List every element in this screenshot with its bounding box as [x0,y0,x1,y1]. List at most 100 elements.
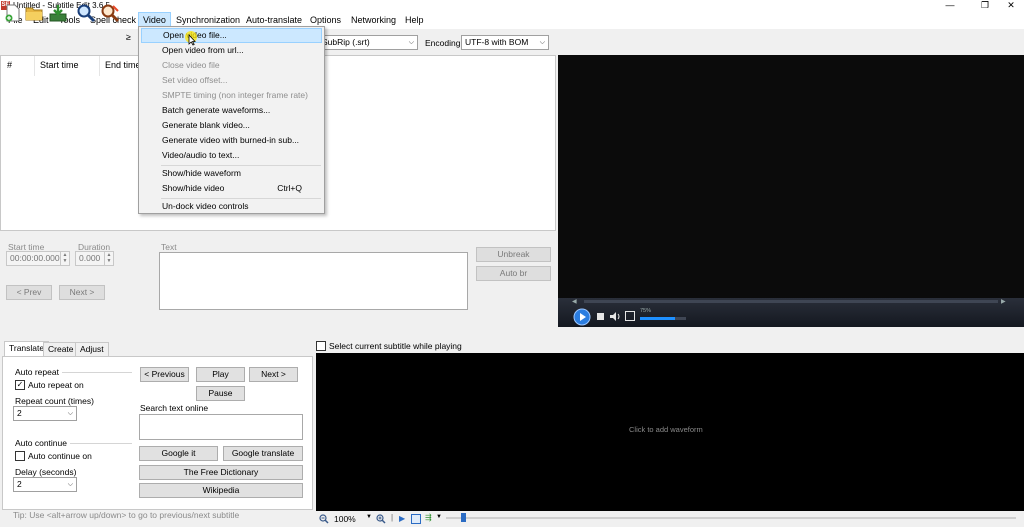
video-menu-dropdown: Open video file... Open video from url..… [138,26,325,214]
delay-select[interactable]: 2 ⌵ [13,477,77,492]
chevron-down-icon: ⌵ [539,39,545,46]
minimize-icon[interactable]: — [937,0,963,11]
play-button[interactable]: Play [196,367,245,382]
group-divider [62,372,132,373]
text-label: Text [161,242,177,252]
seek-bar[interactable] [584,300,998,303]
menu-item-smpte-timing: SMPTE timing (non integer frame rate) [162,90,308,100]
next-subtitle-button[interactable]: Next > [249,367,298,382]
column-end-time[interactable]: End time [105,60,141,70]
google-translate-button[interactable]: Google translate [223,446,303,461]
find-icon[interactable] [76,3,96,23]
repeat-count-select[interactable]: 2 ⌵ [13,406,77,421]
auto-br-button[interactable]: Auto br [476,266,551,281]
play-icon[interactable] [573,308,591,326]
zoom-in-icon[interactable] [376,514,386,524]
column-divider [99,56,100,76]
zoom-out-icon[interactable] [319,514,329,524]
search-text-input[interactable] [139,414,303,440]
play-waveform-icon[interactable]: ▶ [399,514,405,523]
player-controls: ◀ ▶ 75% [558,298,1024,327]
stop-icon[interactable] [597,313,604,320]
chevron-down-icon: ⌵ [67,481,73,488]
select-while-playing-checkbox[interactable] [316,341,326,351]
spectrogram-icon[interactable] [411,514,421,524]
prev-button[interactable]: < Prev [6,285,52,300]
column-number[interactable]: # [7,60,12,70]
spinner-arrows-icon[interactable]: ▲ ▼ [104,252,113,265]
menu-networking[interactable]: Networking [347,12,400,29]
chevron-down-icon: ⌵ [67,410,73,417]
menu-item-close-video: Close video file [162,60,220,70]
video-player[interactable] [558,55,1024,327]
shortcut-text: Ctrl+Q [277,183,302,193]
new-file-icon[interactable] [3,3,23,23]
repeat-count-label: Repeat count (times) [15,396,94,406]
restore-icon[interactable]: ❐ [972,0,998,11]
spinner-arrows-icon[interactable]: ▲ ▼ [60,252,69,265]
volume-slider[interactable] [640,317,686,320]
next-button[interactable]: Next > [59,285,105,300]
auto-continue-on-label: Auto continue on [28,451,92,461]
waveform-position-track[interactable] [446,517,1016,519]
duration-input[interactable]: 0.000 ▲ ▼ [75,251,114,266]
pause-button[interactable]: Pause [196,386,245,401]
select-while-playing-label: Select current subtitle while playing [329,341,462,351]
menu-item-show-hide-waveform[interactable]: Show/hide waveform [141,166,322,181]
volume-icon[interactable] [609,311,621,322]
menu-item-open-video-url[interactable]: Open video from url... [141,43,322,58]
arrows-icon[interactable]: ⇶ [425,513,432,522]
menu-item-video-audio-to-text[interactable]: Video/audio to text... [141,148,322,163]
auto-repeat-checkbox[interactable]: ✓ [15,380,25,390]
volume-readout: 75% [640,308,652,314]
google-it-button[interactable]: Google it [139,446,218,461]
encoding-label: Encoding [425,38,461,48]
open-folder-icon[interactable] [24,3,44,23]
format-select[interactable]: SubRip (.srt) ⌵ [318,35,418,50]
divider: | [391,513,394,522]
search-online-label: Search text online [140,403,209,413]
start-time-value: 00:00:00.000 [10,253,60,263]
tab-adjust[interactable]: Adjust [75,342,109,356]
close-icon[interactable]: ✕ [998,0,1024,11]
fullscreen-icon[interactable] [625,311,635,321]
previous-button[interactable]: < Previous [140,367,189,382]
delay-value: 2 [17,479,22,489]
subtitle-text-input[interactable] [159,252,468,310]
seek-start-icon: ◀ [572,299,577,305]
delay-label: Delay (seconds) [15,467,77,477]
tab-create[interactable]: Create [43,342,79,356]
unbreak-button[interactable]: Unbreak [476,247,551,262]
menu-item-open-video-file[interactable]: Open video file... [141,28,322,43]
menu-item-burned-in-sub[interactable]: Generate video with burned-in sub... [141,133,322,148]
waveform-position-thumb[interactable] [461,513,466,522]
encoding-select[interactable]: UTF-8 with BOM ⌵ [461,35,549,50]
repeat-count-value: 2 [17,408,22,418]
auto-repeat-group-label: Auto repeat [15,367,59,377]
chevron-down-icon[interactable]: ▼ [436,514,442,520]
menu-item-blank-video[interactable]: Generate blank video... [141,118,322,133]
free-dictionary-button[interactable]: The Free Dictionary [139,465,303,480]
auto-continue-checkbox[interactable] [15,451,25,461]
menu-item-show-hide-video[interactable]: Show/hide video Ctrl+Q [141,181,322,196]
menu-item-undock-video[interactable]: Un-dock video controls [141,199,322,214]
menu-help[interactable]: Help [401,12,428,29]
auto-continue-group-label: Auto continue [15,438,67,448]
toolbar-more-icon[interactable]: ≥ [126,32,138,44]
column-start-time[interactable]: Start time [40,60,79,70]
menu-item-batch-waveforms[interactable]: Batch generate waveforms... [141,103,322,118]
menu-item-set-video-offset: Set video offset... [162,75,228,85]
duration-value: 0.000 [79,253,101,263]
group-divider [70,443,132,444]
replace-icon[interactable] [100,3,120,23]
encoding-select-value: UTF-8 with BOM [465,37,529,47]
format-select-value: SubRip (.srt) [322,37,370,47]
auto-repeat-on-label: Auto repeat on [28,380,84,390]
tip-text: Tip: Use <alt+arrow up/down> to go to pr… [13,510,240,520]
wikipedia-button[interactable]: Wikipedia [139,483,303,498]
chevron-down-icon[interactable]: ▼ [366,514,372,520]
start-time-input[interactable]: 00:00:00.000 ▲ ▼ [6,251,70,266]
save-icon[interactable] [48,3,68,23]
seek-end-icon: ▶ [1001,299,1006,305]
zoom-level[interactable]: 100% [334,514,356,524]
